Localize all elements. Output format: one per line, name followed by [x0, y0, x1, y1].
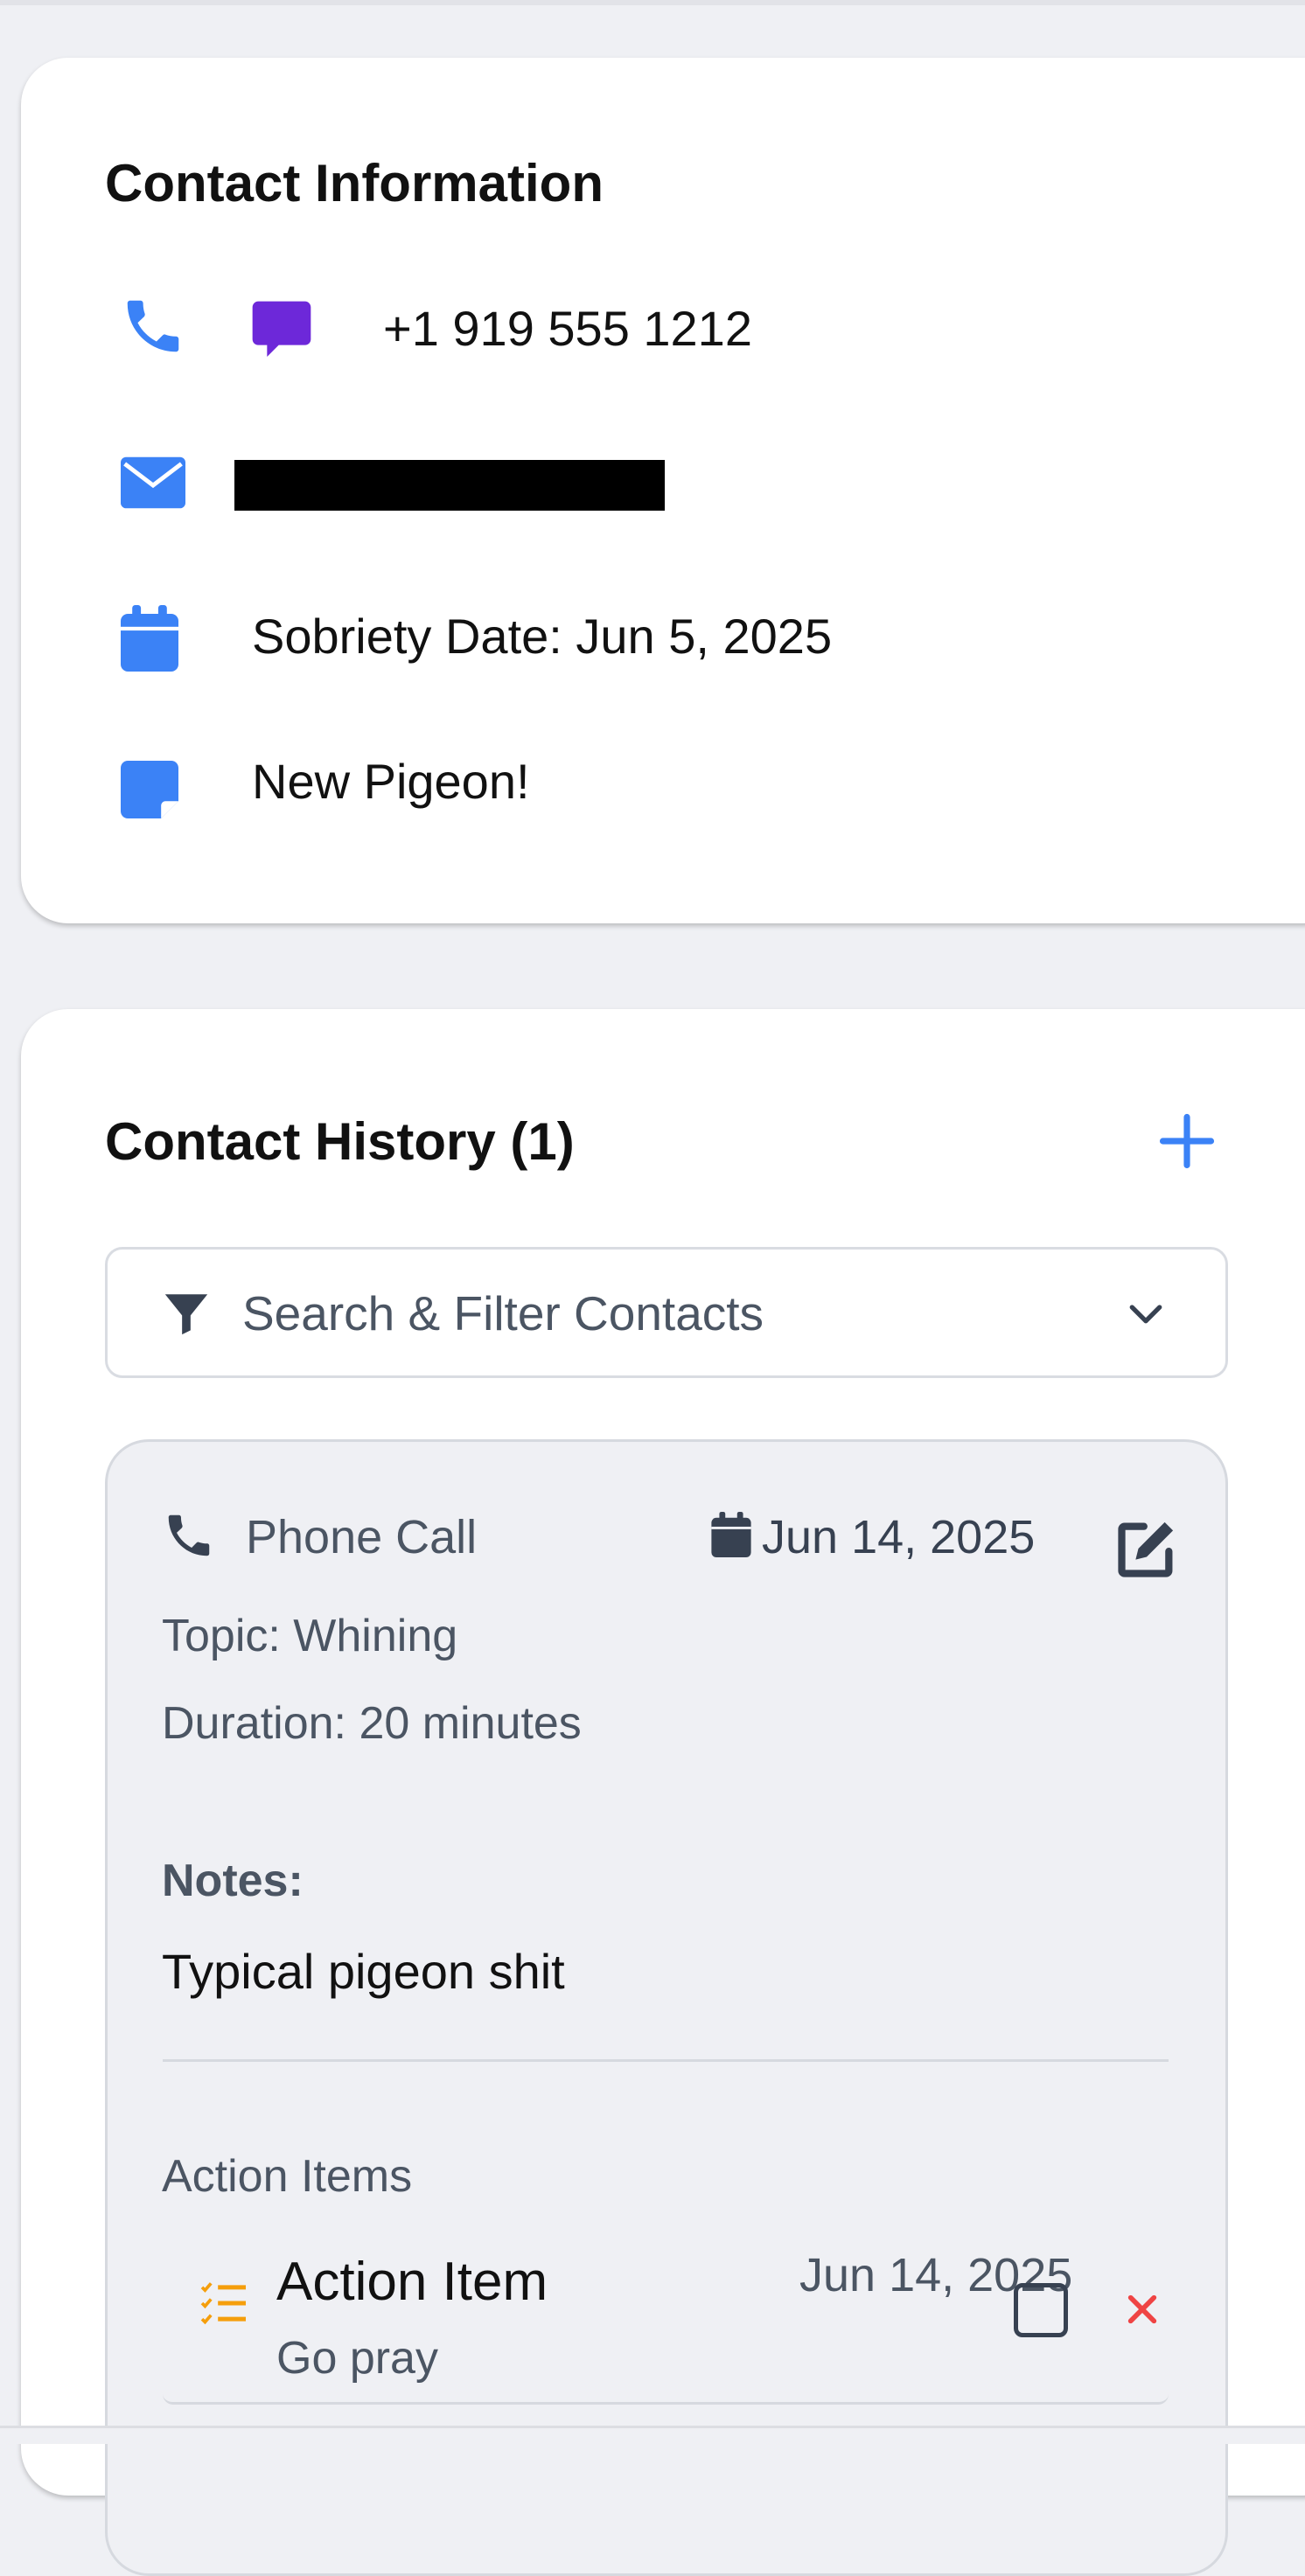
envelope-icon — [121, 456, 185, 513]
chevron-down-icon — [1126, 1295, 1166, 1336]
notes-label: Notes: — [162, 1855, 304, 1906]
contact-type: Phone Call — [246, 1511, 478, 1563]
contact-history-title: Contact History (1) — [105, 1112, 575, 1171]
divider — [163, 2059, 1169, 2062]
calendar-small-icon — [711, 1512, 751, 1562]
contact-information-title: Contact Information — [105, 154, 604, 212]
contact-information-card: Contact Information +1 919 555 1212 Sobr… — [21, 58, 1305, 923]
add-contact-button[interactable] — [1158, 1112, 1216, 1174]
sticky-note-icon — [121, 761, 178, 823]
top-edge — [0, 0, 1305, 5]
email-redacted — [234, 460, 665, 511]
sobriety-date: Sobriety Date: Jun 5, 2025 — [252, 609, 833, 664]
delete-icon[interactable] — [1125, 2292, 1160, 2331]
action-item-checkbox[interactable] — [1014, 2283, 1068, 2337]
action-items-label: Action Items — [162, 2151, 413, 2202]
contact-topic: Topic: Whining — [162, 1611, 458, 1661]
edit-icon[interactable] — [1113, 1515, 1180, 1586]
phone-icon[interactable] — [119, 292, 187, 365]
contact-entry: Phone Call Jun 14, 2025 Topic: Whining D… — [105, 1439, 1228, 2576]
search-filter-label: Search & Filter Contacts — [242, 1286, 764, 1340]
filter-icon — [160, 1288, 213, 1343]
action-item-text: Go pray — [276, 2333, 438, 2384]
task-list-icon — [199, 2281, 248, 2329]
action-item: Action Item Go pray Jun 14, 2025 — [163, 2229, 1169, 2405]
notes-text: Typical pigeon shit — [162, 1944, 565, 1999]
contact-note: New Pigeon! — [252, 754, 530, 809]
contact-history-card: Contact History (1) Search & Filter Cont… — [21, 1009, 1305, 2576]
search-filter-toggle[interactable]: Search & Filter Contacts — [105, 1247, 1228, 1378]
calendar-icon — [121, 605, 178, 676]
contact-duration: Duration: 20 minutes — [162, 1698, 582, 1749]
contact-date: Jun 14, 2025 — [762, 1511, 1036, 1563]
action-item-title: Action Item — [276, 2252, 548, 2312]
plus-icon — [1159, 1113, 1215, 1169]
phone-call-icon — [162, 1508, 216, 1567]
message-icon[interactable] — [247, 296, 317, 370]
phone-number[interactable]: +1 919 555 1212 — [383, 304, 752, 353]
